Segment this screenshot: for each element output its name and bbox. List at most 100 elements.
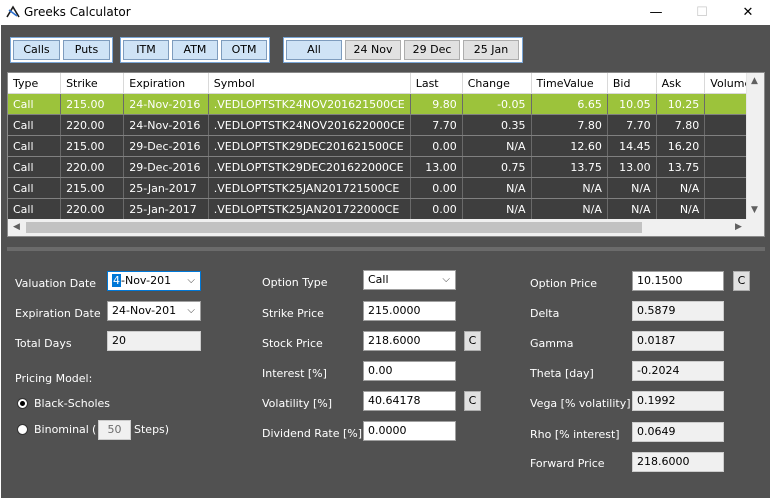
scroll-right-icon[interactable]: ▶	[735, 222, 742, 232]
scroll-left-icon[interactable]: ◀	[13, 222, 20, 232]
options-grid: Type Strike Expiration Symbol Last Chang…	[7, 72, 765, 237]
theta-label: Theta [day]	[530, 367, 594, 380]
cell-last: 0.00	[410, 198, 463, 220]
dividend-rate-input[interactable]: 0.0000	[363, 421, 456, 441]
calls-filter-button[interactable]: Calls	[13, 40, 60, 60]
cell-last: 0.00	[410, 177, 463, 199]
panel-splitter[interactable]	[7, 247, 765, 251]
cell-type: Call	[8, 135, 62, 157]
horizontal-scrollbar[interactable]: ◀ ▶	[8, 219, 764, 236]
cell-strike: 220.00	[60, 198, 125, 220]
cell-bid: 14.45	[607, 135, 657, 157]
interest-input[interactable]: 0.00	[363, 361, 456, 381]
stock-price-input[interactable]: 218.6000	[363, 331, 456, 351]
horizontal-scroll-thumb[interactable]	[26, 222, 642, 233]
cell-symbol: .VEDLOPTSTK24NOV201622000CE	[208, 114, 411, 136]
cell-timevalue: 13.75	[531, 156, 608, 178]
valuation-date-picker[interactable]: 4-Nov-201 ⌵	[107, 271, 201, 291]
cell-expiration: 24-Nov-2016	[123, 114, 209, 136]
chevron-down-icon[interactable]: ⌵	[442, 271, 450, 289]
table-row[interactable]: Call 215.00 24-Nov-2016 .VEDLOPTSTK24NOV…	[8, 93, 764, 115]
expiration-date-text: 24-Nov-201	[112, 304, 177, 317]
option-type-filter: Calls Puts	[10, 37, 113, 63]
volatility-reset-button[interactable]: C	[464, 391, 481, 411]
col-header-timevalue[interactable]: TimeValue	[531, 73, 608, 94]
vega-label: Vega [% volatility]	[530, 397, 631, 410]
cell-symbol: .VEDLOPTSTK25JAN201721500CE	[208, 177, 411, 199]
option-price-reset-button[interactable]: C	[733, 271, 750, 291]
binomial-steps-field[interactable]: 50	[98, 420, 131, 440]
expiration-25jan-button[interactable]: 25 Jan	[463, 40, 519, 60]
theta-value: -0.2024	[632, 361, 724, 381]
binomial-label[interactable]: Binominal	[34, 423, 89, 436]
cell-ask: 13.75	[656, 156, 706, 178]
expiration-date-picker[interactable]: 24-Nov-201 ⌵	[107, 301, 201, 321]
cell-ask: N/A	[656, 177, 706, 199]
cell-bid: 7.70	[607, 114, 657, 136]
atm-filter-button[interactable]: ATM	[172, 40, 218, 60]
binomial-radio[interactable]	[17, 424, 28, 435]
all-expirations-button[interactable]: All	[286, 40, 342, 60]
delta-value: 0.5879	[632, 301, 724, 321]
cell-last: 13.00	[410, 156, 463, 178]
otm-filter-button[interactable]: OTM	[221, 40, 267, 60]
option-type-label: Option Type	[262, 276, 328, 289]
dividend-rate-label: Dividend Rate [%]	[262, 427, 363, 440]
cell-ask: 16.20	[656, 135, 706, 157]
cell-expiration: 25-Jan-2017	[123, 177, 209, 199]
col-header-type[interactable]: Type	[8, 73, 62, 94]
cell-timevalue: 7.80	[531, 114, 608, 136]
minimize-button[interactable]: —	[633, 0, 679, 25]
forward-price-label: Forward Price	[530, 457, 605, 470]
col-header-change[interactable]: Change	[462, 73, 532, 94]
maximize-button[interactable]: ☐	[679, 0, 725, 25]
cell-bid: N/A	[607, 198, 657, 220]
option-price-input[interactable]: 10.1500	[632, 271, 724, 291]
col-header-ask[interactable]: Ask	[656, 73, 706, 94]
black-scholes-radio[interactable]	[17, 398, 28, 409]
expiration-24nov-button[interactable]: 24 Nov	[345, 40, 401, 60]
cell-type: Call	[8, 198, 62, 220]
total-days-field: 20	[107, 331, 201, 351]
chevron-down-icon[interactable]: ⌵	[187, 272, 195, 290]
cell-type: Call	[8, 114, 62, 136]
cell-strike: 215.00	[60, 177, 125, 199]
col-header-symbol[interactable]: Symbol	[208, 73, 411, 94]
col-header-last[interactable]: Last	[410, 73, 463, 94]
col-header-expiration[interactable]: Expiration	[123, 73, 209, 94]
vertical-scrollbar[interactable]: ▲ ▼	[746, 73, 764, 236]
itm-filter-button[interactable]: ITM	[123, 40, 169, 60]
cell-strike: 220.00	[60, 156, 125, 178]
stock-price-reset-button[interactable]: C	[464, 331, 481, 351]
strike-price-input[interactable]: 215.0000	[363, 301, 456, 321]
close-button[interactable]: ✕	[725, 0, 771, 25]
col-header-bid[interactable]: Bid	[607, 73, 657, 94]
chevron-down-icon[interactable]: ⌵	[187, 302, 195, 320]
table-row[interactable]: Call 215.00 29-Dec-2016 .VEDLOPTSTK29DEC…	[8, 135, 764, 157]
valuation-date-text: -Nov-201	[121, 274, 172, 287]
option-type-select[interactable]: Call ⌵	[363, 270, 456, 290]
volatility-label: Volatility [%]	[262, 397, 333, 410]
steps-open-paren: (	[92, 423, 97, 436]
scroll-up-icon[interactable]: ▲	[751, 76, 758, 86]
table-row[interactable]: Call 220.00 25-Jan-2017 .VEDLOPTSTK25JAN…	[8, 198, 764, 220]
puts-filter-button[interactable]: Puts	[63, 40, 110, 60]
vega-value: 0.1992	[632, 391, 724, 411]
cell-ask: N/A	[656, 198, 706, 220]
expiration-29dec-button[interactable]: 29 Dec	[404, 40, 460, 60]
window-title: Greeks Calculator	[24, 5, 131, 19]
cell-change: N/A	[462, 177, 532, 199]
scroll-down-icon[interactable]: ▼	[751, 205, 758, 215]
delta-label: Delta	[530, 307, 560, 320]
col-header-strike[interactable]: Strike	[60, 73, 125, 94]
table-row[interactable]: Call 220.00 24-Nov-2016 .VEDLOPTSTK24NOV…	[8, 114, 764, 136]
volatility-input[interactable]: 40.64178	[363, 391, 456, 411]
cell-timevalue: 12.60	[531, 135, 608, 157]
expiration-date-label: Expiration Date	[15, 307, 101, 320]
valuation-date-selected-part: 4	[112, 274, 121, 287]
black-scholes-label[interactable]: Black-Scholes	[34, 397, 110, 410]
table-row[interactable]: Call 215.00 25-Jan-2017 .VEDLOPTSTK25JAN…	[8, 177, 764, 199]
table-row[interactable]: Call 220.00 29-Dec-2016 .VEDLOPTSTK29DEC…	[8, 156, 764, 178]
cell-change: 0.75	[462, 156, 532, 178]
cell-type: Call	[8, 156, 62, 178]
